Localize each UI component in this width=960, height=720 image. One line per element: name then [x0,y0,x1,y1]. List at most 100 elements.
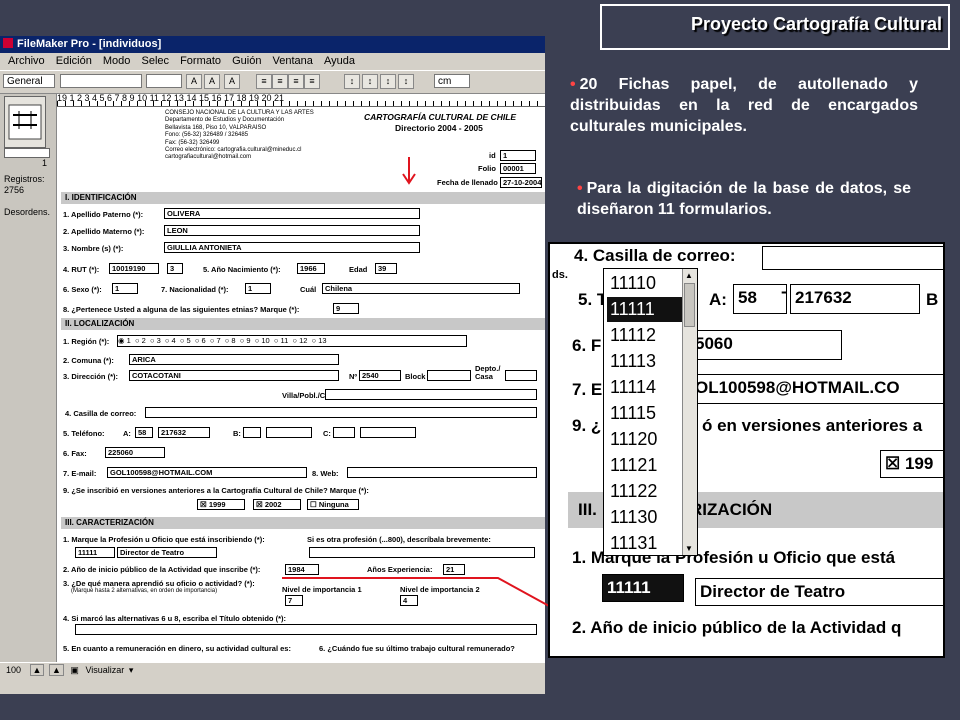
cual-field[interactable]: Chilena [322,283,520,294]
id-field[interactable]: 1 [500,150,536,161]
dropdown-item[interactable]: 11113 [607,349,684,374]
numero-field[interactable]: 2540 [359,370,401,381]
fecha-field[interactable]: 27-10-2004 [500,177,542,188]
rut-field[interactable]: 10019190 [109,263,159,274]
line-spacing-up-button[interactable]: ↕ [344,74,360,89]
bold-button[interactable]: A [186,74,202,89]
tel-a-code-field[interactable]: 58 [135,427,153,438]
dropdown-scrollbar[interactable]: ▲ ▼ [682,269,697,555]
region-radio-4[interactable]: ○ 4 [165,336,176,345]
mode-dropdown-icon[interactable]: ▾ [129,665,134,675]
align-right-button[interactable]: ≡ [288,74,304,89]
rut-dv-field[interactable]: 3 [167,263,183,274]
align-center-button[interactable]: ≡ [272,74,288,89]
align-left-button[interactable]: ≡ [256,74,272,89]
direccion-field[interactable]: COTACOTANI [129,370,339,381]
inscr-2002-checkbox[interactable]: ☒ 2002 [253,499,301,510]
zoom-profesion-code[interactable]: 11111 [602,574,684,602]
profesion-code-field[interactable]: 11111 [75,547,115,558]
window-titlebar[interactable]: FileMaker Pro - [individuos] [0,36,545,53]
scroll-down-icon[interactable]: ▼ [685,544,693,553]
casilla-field[interactable] [145,407,537,418]
tel-a-number-field[interactable]: 217632 [158,427,210,438]
web-field[interactable] [347,467,537,478]
zoom-inscr-1999-checkbox[interactable]: ☒ 199 [880,450,943,478]
dropdown-item[interactable]: 11114 [607,375,684,400]
menu-formato[interactable]: Formato [180,55,221,67]
line-spacing-down-button[interactable]: ↕ [362,74,378,89]
italic-button[interactable]: A [204,74,220,89]
otra-profesion-field[interactable] [309,547,535,558]
unit-select[interactable]: cm [434,74,470,88]
zoom-fax-field[interactable]: 5060 [690,330,842,360]
mode-select[interactable]: Visualizar [85,665,124,675]
menu-archivo[interactable]: Archivo [8,55,45,67]
folio-field[interactable]: 00001 [500,163,536,174]
status-toggle-icon[interactable]: ▣ [70,665,79,675]
villa-field[interactable] [325,389,537,400]
edad-field[interactable]: 39 [375,263,397,274]
dropdown-item[interactable]: 11122 [607,479,684,504]
menu-ayuda[interactable]: Ayuda [324,55,355,67]
fax-field[interactable]: 225060 [105,447,165,458]
menu-guion[interactable]: Guión [232,55,261,67]
font-select[interactable] [60,74,142,88]
apellido-materno-field[interactable]: LEON [164,225,420,236]
zoom-in-icon[interactable]: ▲ [48,664,64,676]
inscr-ninguna-checkbox[interactable]: ☐ Ninguna [307,499,359,510]
tel-b-number-field[interactable] [266,427,312,438]
tel-c-code-field[interactable] [333,427,355,438]
dropdown-item[interactable]: 11120 [607,427,684,452]
nacionalidad-field[interactable]: 1 [245,283,271,294]
region-radio-13[interactable]: ○ 13 [312,336,327,345]
dropdown-item[interactable]: 11112 [607,323,684,348]
inscr-1999-checkbox[interactable]: ☒ 1999 [197,499,245,510]
dropdown-item[interactable]: 11110 [607,271,684,296]
sexo-field[interactable]: 1 [112,283,138,294]
zoom-email-field[interactable]: OL100598@HOTMAIL.CO [690,374,943,404]
zoom-tel-a-number[interactable]: 217632 [790,284,902,314]
profesion-dropdown[interactable]: 11110 11111 11112 11113 11114 11115 1112… [603,268,698,556]
zoom-level[interactable]: 100 [6,665,21,675]
anio-nac-field[interactable]: 1966 [297,263,325,274]
region-radio-6[interactable]: ○ 6 [195,336,206,345]
spacing-button-3[interactable]: ↕ [380,74,396,89]
depto-field[interactable] [505,370,537,381]
dropdown-item[interactable]: 11115 [607,401,684,426]
apellido-paterno-field[interactable]: OLIVERA [164,208,420,219]
scroll-thumb[interactable] [684,283,695,327]
region-radio-10[interactable]: ○ 10 [255,336,270,345]
zoom-casilla-field[interactable] [762,246,943,270]
nombres-field[interactable]: GIULLIA ANTONIETA [164,242,420,253]
email-field[interactable]: GOL100598@HOTMAIL.COM [107,467,307,478]
scroll-up-icon[interactable]: ▲ [685,271,693,280]
profesion-name-field[interactable]: Director de Teatro [117,547,217,558]
style-select[interactable]: General [3,74,55,88]
titulo-field[interactable] [75,624,537,635]
block-field[interactable] [427,370,471,381]
align-justify-button[interactable]: ≡ [304,74,320,89]
region-radio-3[interactable]: ○ 3 [150,336,161,345]
comuna-field[interactable]: ARICA [129,354,339,365]
tel-b-code-field[interactable] [243,427,261,438]
record-slider[interactable] [4,148,50,158]
region-radio-8[interactable]: ○ 8 [225,336,236,345]
dropdown-item[interactable]: 11130 [607,505,684,530]
region-radio-11[interactable]: ○ 11 [274,336,288,345]
zoom-tel-a-code[interactable]: 58 [733,284,787,314]
region-radio-12[interactable]: ○ 12 [292,336,307,345]
menu-selec[interactable]: Selec [141,55,169,67]
dropdown-item[interactable]: 11131 [607,531,684,556]
menu-ventana[interactable]: Ventana [273,55,313,67]
zoom-profesion-name[interactable]: Director de Teatro [695,578,943,606]
size-select[interactable] [146,74,182,88]
dropdown-item-selected[interactable]: 11111 [607,297,684,322]
region-radio-5[interactable]: ○ 5 [180,336,191,345]
region-radio-1[interactable]: ◉ 1 [118,336,131,345]
region-radio-2[interactable]: ○ 2 [135,336,146,345]
spacing-button-4[interactable]: ↕ [398,74,414,89]
dropdown-item[interactable]: 11121 [607,453,684,478]
underline-button[interactable]: A [224,74,240,89]
etnia-field[interactable]: 9 [333,303,359,314]
region-radio-9[interactable]: ○ 9 [240,336,251,345]
